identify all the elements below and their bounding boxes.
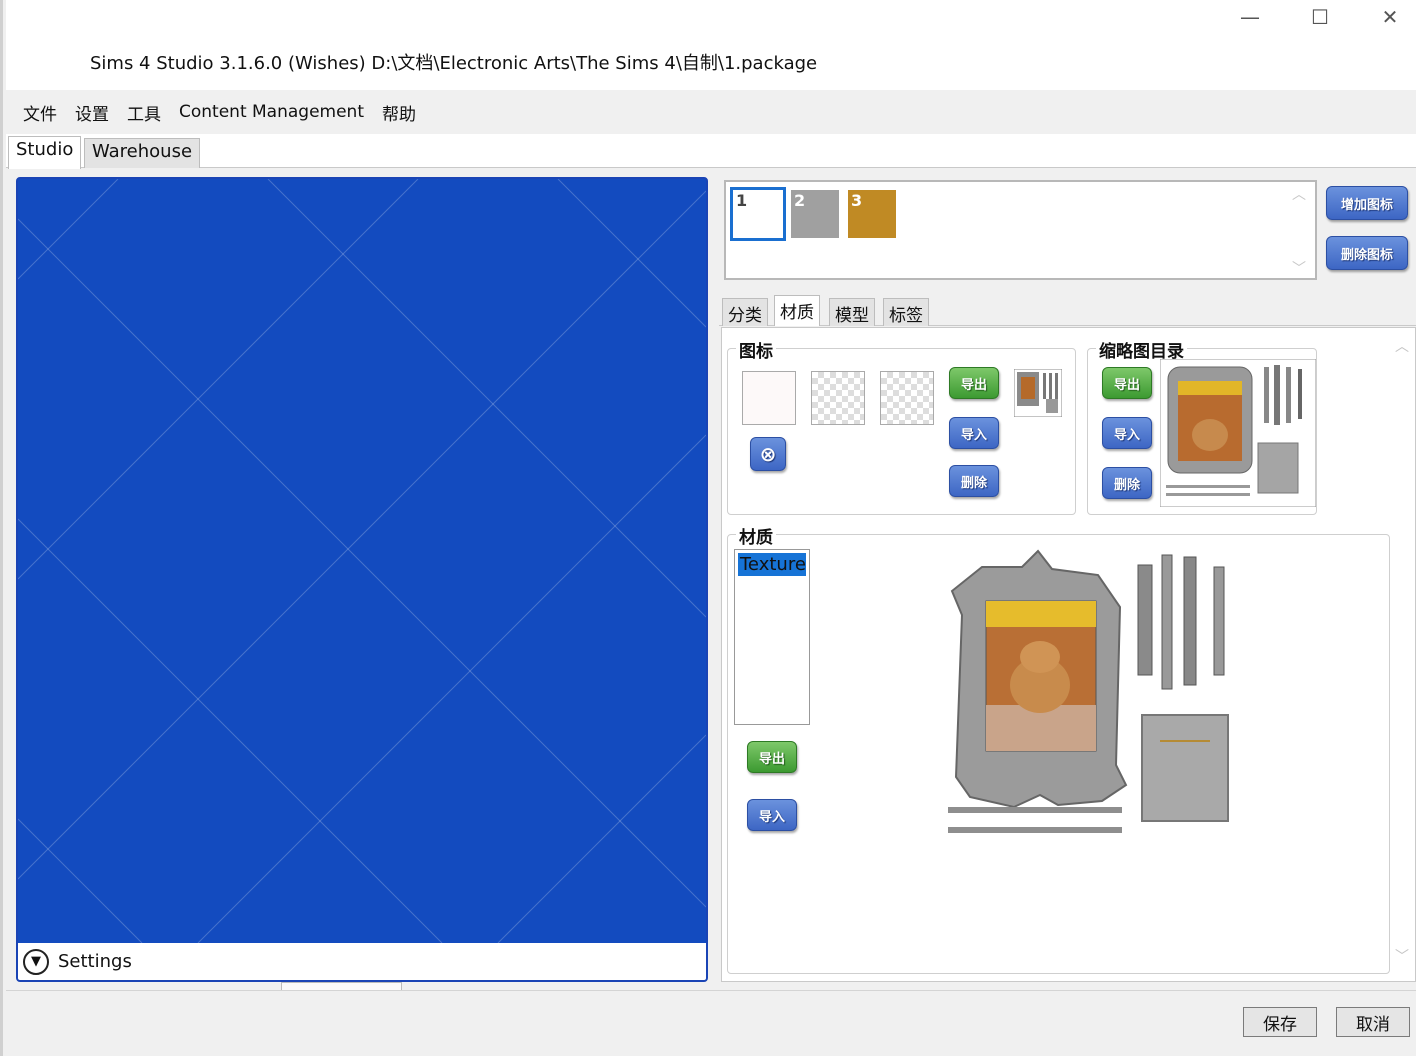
tab-material[interactable]: 材质 (774, 295, 820, 326)
settings-label: Settings (58, 951, 132, 972)
model-preview[interactable]: ▼ Settings (16, 177, 708, 982)
scroll-up-icon[interactable]: ︿ (1285, 184, 1313, 204)
menu-tools[interactable]: 工具 (118, 100, 170, 125)
scroll-down-icon[interactable]: ﹀ (1389, 946, 1415, 966)
minimize-icon[interactable]: — (1228, 4, 1272, 30)
save-button[interactable]: 保存 (1243, 1007, 1317, 1037)
preview-viewport[interactable] (18, 179, 706, 943)
settings-expander[interactable]: ▼ Settings (18, 943, 706, 980)
icon-thumb[interactable] (742, 371, 796, 425)
maximize-icon[interactable]: ☐ (1298, 4, 1342, 30)
thumbnail-import-button[interactable]: 导入 (1102, 417, 1152, 449)
clear-icon[interactable]: ⊗ (750, 437, 786, 471)
icon-export-button[interactable]: 导出 (949, 367, 999, 399)
swatch-scrollbar[interactable]: ︿ ﹀ (1285, 184, 1313, 278)
thumbnail-texture-preview (1160, 359, 1316, 507)
remove-swatch-button[interactable]: 删除图标 (1326, 236, 1408, 270)
icon-texture-preview (1014, 369, 1062, 417)
window-title: Sims 4 Studio 3.1.6.0 (Wishes) D:\文档\Ele… (90, 53, 818, 74)
scroll-up-icon[interactable]: ︿ (1389, 336, 1415, 356)
tab-category[interactable]: 分类 (722, 298, 768, 326)
thumbnail-delete-button[interactable]: 删除 (1102, 467, 1152, 499)
icon-group-title: 图标 (736, 337, 776, 362)
material-group-title: 材质 (736, 523, 776, 548)
tab-tags[interactable]: 标签 (883, 298, 929, 326)
title-bar: Sims 4 Studio 3.1.6.0 (Wishes) D:\文档\Ele… (6, 0, 1416, 90)
icon-group: 图标 ⊗ 导出 导入 删除 (727, 337, 1076, 515)
icon-thumb[interactable] (880, 371, 934, 425)
tab-studio[interactable]: Studio (8, 136, 82, 169)
icon-delete-button[interactable]: 删除 (949, 465, 999, 497)
swatch-list: 1 2 3 ︿ ﹀ (724, 180, 1317, 280)
material-panel: 图标 ⊗ 导出 导入 删除 缩略图目录 导出 导入 删除 材质 Texture … (721, 327, 1416, 982)
icon-import-button[interactable]: 导入 (949, 417, 999, 449)
swatch-item[interactable]: 3 (848, 190, 896, 238)
close-icon[interactable]: ✕ (1368, 4, 1412, 30)
tab-model[interactable]: 模型 (829, 298, 875, 326)
chevron-down-icon[interactable]: ▼ (23, 948, 49, 975)
material-list[interactable]: Texture (734, 549, 810, 725)
list-item[interactable]: Texture (738, 553, 806, 576)
menu-file[interactable]: 文件 (14, 100, 66, 125)
material-import-button[interactable]: 导入 (747, 799, 797, 831)
dialog-footer (6, 990, 1416, 1056)
material-texture-preview (948, 549, 1229, 833)
thumbnail-group: 缩略图目录 导出 导入 删除 (1087, 337, 1317, 515)
menu-content-management[interactable]: Content Management (170, 102, 373, 122)
menu-help[interactable]: 帮助 (373, 100, 425, 125)
swatch-item[interactable]: 1 (730, 187, 786, 241)
tab-warehouse[interactable]: Warehouse (84, 138, 201, 168)
app-window: Sims 4 Studio 3.1.6.0 (Wishes) D:\文档\Ele… (0, 0, 1416, 1056)
icon-thumb[interactable] (811, 371, 865, 425)
thumbnail-export-button[interactable]: 导出 (1102, 367, 1152, 399)
add-swatch-button[interactable]: 增加图标 (1326, 186, 1408, 220)
swatch-item[interactable]: 2 (791, 190, 839, 238)
material-export-button[interactable]: 导出 (747, 741, 797, 773)
menu-bar: 文件 设置 工具 Content Management 帮助 (6, 90, 1416, 134)
scroll-down-icon[interactable]: ﹀ (1285, 258, 1313, 278)
material-group: 材质 Texture 导出 导入 (727, 523, 1390, 974)
sub-tab-strip: 分类 材质 模型 标签 (719, 295, 1416, 326)
cancel-button[interactable]: 取消 (1336, 1007, 1410, 1037)
watermark-grid (18, 179, 706, 943)
main-tab-strip: Studio Warehouse (6, 134, 1416, 169)
panel-scrollbar[interactable]: ︿ ﹀ (1389, 328, 1415, 981)
menu-settings[interactable]: 设置 (66, 100, 118, 125)
